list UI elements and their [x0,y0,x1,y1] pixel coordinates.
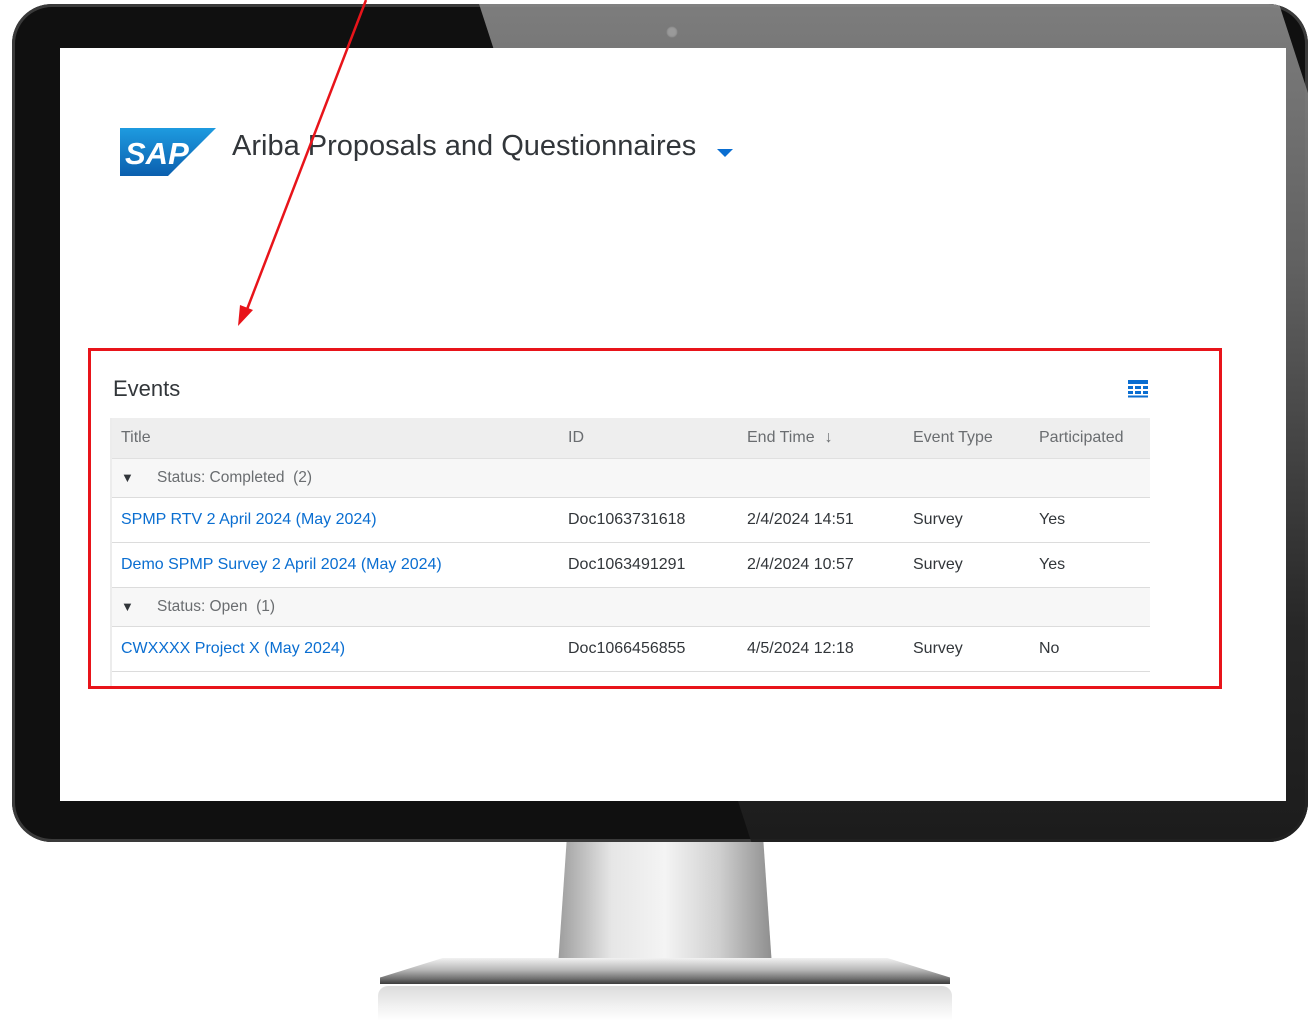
monitor-mockup: SAP Ariba Proposals and Questionnaires E… [0,0,1312,1021]
monitor-stand-neck [558,842,772,966]
caret-down-icon[interactable] [716,148,734,158]
webcam-icon [666,26,678,38]
monitor-stand-reflection [378,986,952,1021]
sap-logo: SAP [120,128,216,176]
monitor-stand-base [380,958,950,984]
annotation-highlight-box [88,348,1222,689]
app-title[interactable]: Ariba Proposals and Questionnaires [232,130,696,163]
sap-logo-text: SAP [125,136,189,171]
